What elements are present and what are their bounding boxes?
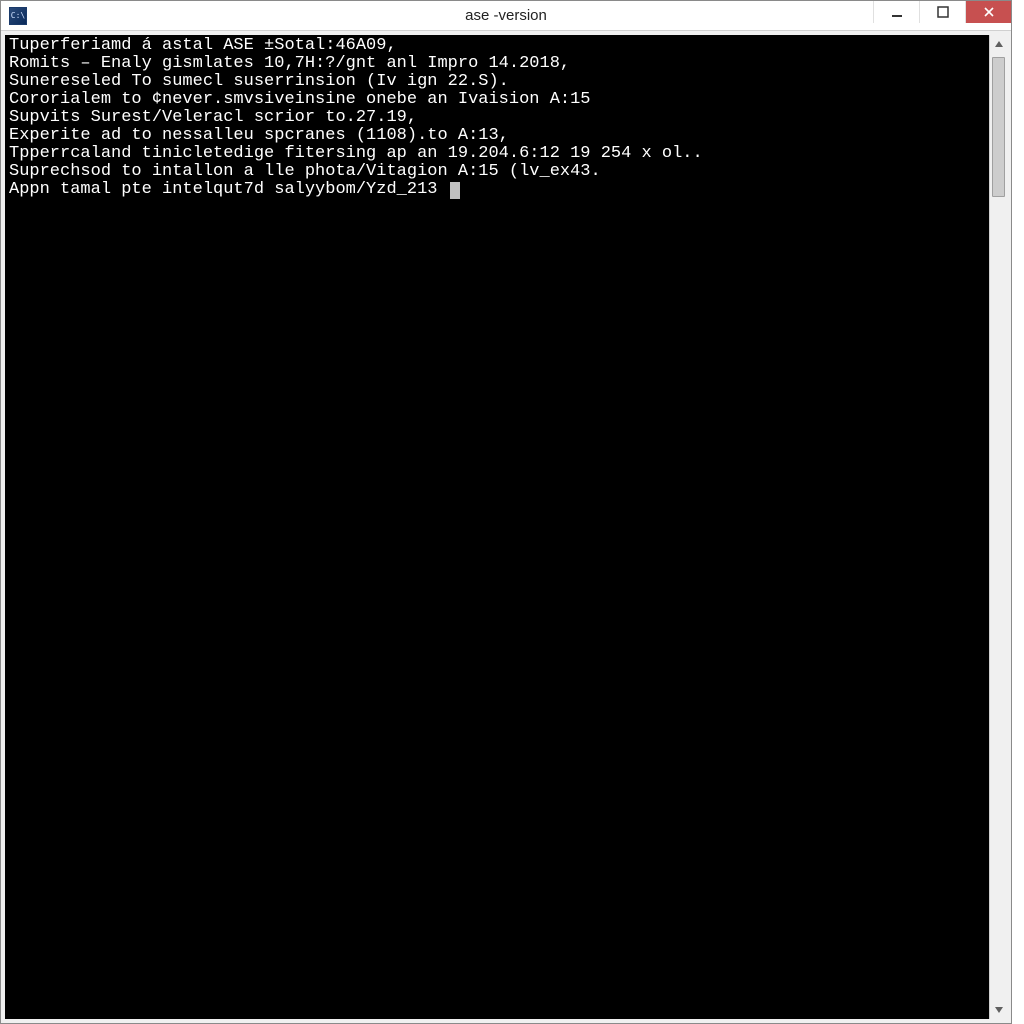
terminal-line: Suprechsod to intallon a lle phota/Vitag… [9,163,985,181]
close-button[interactable] [965,1,1011,23]
scroll-up-button[interactable] [990,35,1007,53]
scrollbar-track[interactable] [990,53,1007,1001]
chevron-down-icon [994,1005,1004,1015]
close-icon [983,6,995,18]
minimize-icon [891,6,903,18]
app-window: C:\ ase -version Tuperferiamd á astal AS… [0,0,1012,1024]
maximize-button[interactable] [919,1,965,23]
window-controls [873,1,1011,30]
terminal-line: Sunereseled To sumecl suserrinsion (Iv i… [9,73,985,91]
scrollbar-thumb[interactable] [992,57,1005,197]
terminal-cursor [450,182,460,199]
terminal-line: Experite ad to nessalleu spcranes (1108)… [9,127,985,145]
terminal-line: Appn tamal pte intelqut7d salyybom/Yzd_2… [9,181,985,199]
scroll-down-button[interactable] [990,1001,1007,1019]
app-icon: C:\ [9,7,27,25]
chevron-up-icon [994,39,1004,49]
terminal-output[interactable]: Tuperferiamd á astal ASE ±Sotal:46A09,Ro… [5,35,989,1019]
terminal-line: Tuperferiamd á astal ASE ±Sotal:46A09, [9,37,985,55]
terminal-line: Romits – Enaly gismlates 10,7H:?/gnt anl… [9,55,985,73]
terminal-container: Tuperferiamd á astal ASE ±Sotal:46A09,Ro… [5,35,1007,1019]
minimize-button[interactable] [873,1,919,23]
titlebar[interactable]: C:\ ase -version [1,1,1011,31]
vertical-scrollbar[interactable] [989,35,1007,1019]
window-title: ase -version [1,7,1011,24]
maximize-icon [937,6,949,18]
terminal-line: Tpperrcaland tinicletedige fitersing ap … [9,145,985,163]
terminal-line: Supvits Surest/Veleracl scrior to.27.19, [9,109,985,127]
terminal-line: Cororialem to ¢never.smvsiveinsine onebe… [9,91,985,109]
